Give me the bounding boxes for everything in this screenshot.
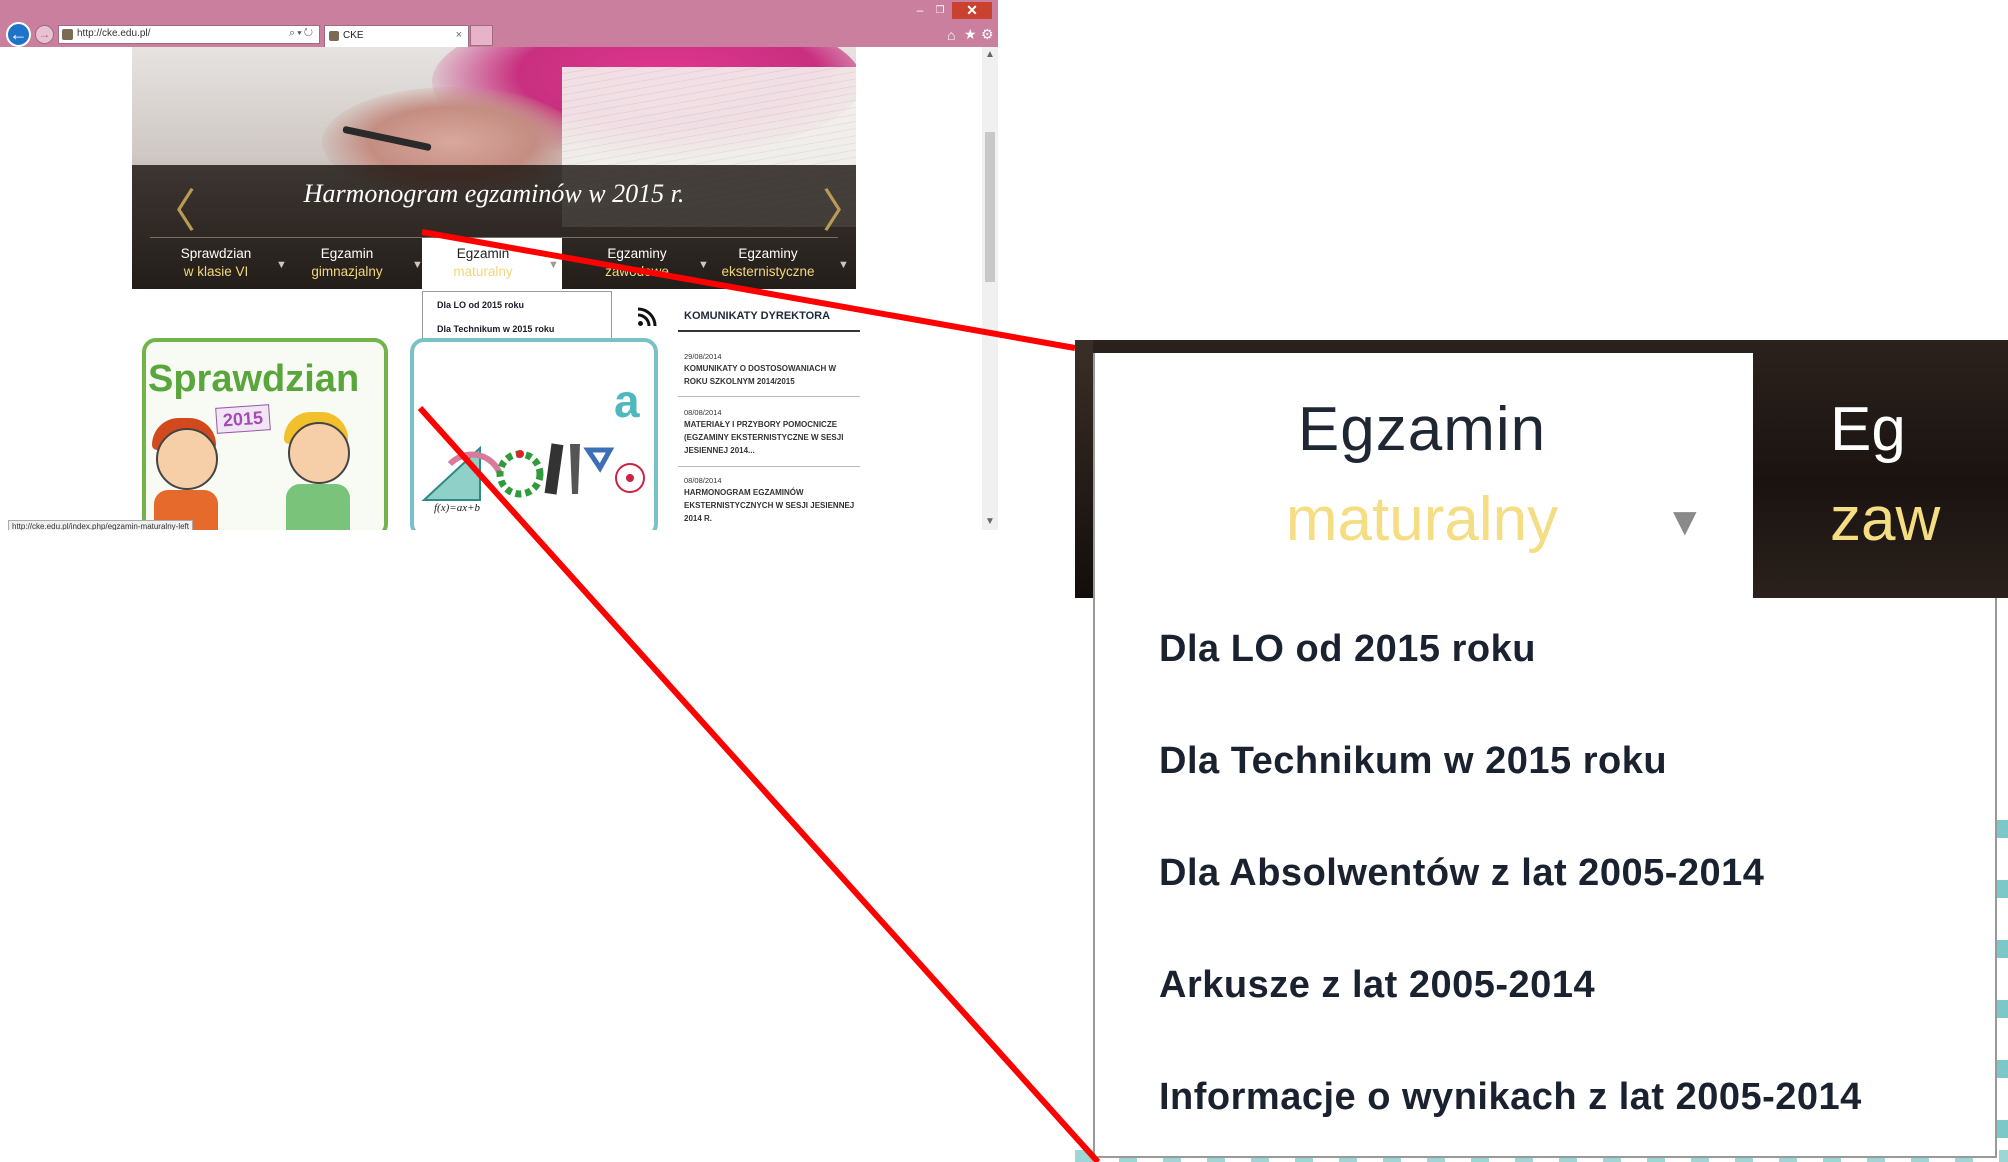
year-sign: 2015 xyxy=(215,404,271,434)
card-letter: a xyxy=(614,375,640,427)
nav-label-1: Sprawdzian xyxy=(180,246,252,261)
menu-item-technikum-2015[interactable]: Dla Technikum w 2015 roku xyxy=(437,324,554,334)
scroll-down-icon[interactable]: ▼ xyxy=(982,516,998,528)
nav-sublabel-1: w klasie VI xyxy=(183,264,249,279)
zoom-next-tab-sublabel[interactable]: zaw xyxy=(1830,484,1940,555)
favorites-star-icon[interactable]: ★ xyxy=(964,26,977,43)
url-text[interactable]: http://cke.edu.pl/ xyxy=(77,28,150,39)
tab-title: CKE xyxy=(343,30,364,41)
restore-icon[interactable]: ❐ xyxy=(932,4,948,18)
zoom-tab-sublabel[interactable]: maturalny xyxy=(1093,484,1751,555)
news-separator xyxy=(678,396,860,397)
address-bar[interactable]: http://cke.edu.pl/ ⌕▾↻ xyxy=(58,25,320,44)
dropdown-arrow-icon: ▼ xyxy=(838,259,849,271)
nav-sublabel-4: zawodowe xyxy=(605,264,669,279)
home-icon[interactable]: ⌂ xyxy=(947,27,955,43)
new-tab-button[interactable] xyxy=(470,25,493,46)
zoom-menu-item-arkusze[interactable]: Arkusze z lat 2005-2014 xyxy=(1159,964,1595,1007)
nav-item-zawodowe[interactable]: Egzaminy zawodowe ▼ xyxy=(572,245,709,289)
forward-button[interactable]: → xyxy=(35,25,54,44)
browser-tab[interactable]: CKE × xyxy=(324,25,469,47)
boy-illustration xyxy=(288,422,350,484)
news-link[interactable]: KOMUNIKATY O DOSTOSOWANIACH W ROKU SZKOL… xyxy=(684,362,860,388)
zoom-menu-item-absolwenci[interactable]: Dla Absolwentów z lat 2005-2014 xyxy=(1159,852,1764,895)
settings-gear-icon[interactable]: ⚙ xyxy=(981,26,994,43)
browser-window: ← → http://cke.edu.pl/ ⌕▾↻ CKE × – ❐ ✕ ⌂… xyxy=(0,0,998,530)
scroll-thumb[interactable] xyxy=(985,132,995,282)
back-button[interactable]: ← xyxy=(6,22,31,47)
zoom-menu-item-technikum-2015[interactable]: Dla Technikum w 2015 roku xyxy=(1159,740,1667,783)
close-window-icon[interactable]: ✕ xyxy=(952,2,992,19)
news-title-rule xyxy=(678,330,860,332)
browser-chrome: ← → http://cke.edu.pl/ ⌕▾↻ CKE × – ❐ ✕ ⌂… xyxy=(0,0,998,47)
nav-sublabel-5: eksternistyczne xyxy=(721,264,815,279)
hero-caption[interactable]: Harmonogram egzaminów w 2015 r. xyxy=(132,179,856,209)
news-date: 08/08/2014 xyxy=(684,408,722,417)
zoom-active-tab xyxy=(1093,353,1753,598)
slider-next-icon[interactable]: 〉 xyxy=(822,175,856,241)
nav-sublabel-2: gimnazjalny xyxy=(311,264,383,279)
news-link[interactable]: HARMONOGRAM EGZAMINÓW EKSTERNISTYCZNYCH … xyxy=(684,486,860,525)
nav-item-gimnazjalny[interactable]: Egzamin gimnazjalny ▼ xyxy=(282,245,423,289)
tab-close-icon[interactable]: × xyxy=(456,29,462,41)
nav-item-eksternistyczne[interactable]: Egzaminy eksternistyczne ▼ xyxy=(700,245,848,289)
news-separator xyxy=(678,466,860,467)
dropdown-arrow-icon: ▼ xyxy=(548,259,559,271)
hero-slider: Harmonogram egzaminów w 2015 r. 〈 〉 Spra… xyxy=(132,47,856,289)
card-title: Sprawdzian xyxy=(148,358,360,400)
news-date: 08/08/2014 xyxy=(684,476,722,485)
rss-icon[interactable] xyxy=(637,307,657,327)
minimize-icon[interactable]: – xyxy=(912,4,928,18)
status-bar-url: http://cke.edu.pl/index.php/egzamin-matu… xyxy=(8,520,193,530)
zoom-tab-label[interactable]: Egzamin xyxy=(1093,394,1751,465)
school-supplies-illustration xyxy=(421,443,645,501)
nav-item-sprawdzian[interactable]: Sprawdzian w klasie VI ▼ xyxy=(152,245,287,289)
matura-card[interactable]: a f(x)=ax+b xyxy=(410,338,658,530)
nav-label-3: Egzamin xyxy=(456,246,510,261)
search-refresh-icons[interactable]: ⌕▾↻ xyxy=(289,27,315,40)
zoom-dropdown-menu: Dla LO od 2015 roku Dla Technikum w 2015… xyxy=(1093,598,1997,1158)
menu-item-lo-2015[interactable]: Dla LO od 2015 roku xyxy=(437,300,524,310)
site-favicon-icon xyxy=(62,29,73,40)
nav-label-5: Egzaminy xyxy=(738,246,798,261)
zoom-callout: Egzamin maturalny ▼ Eg zaw Dla LO od 201… xyxy=(1075,340,2008,1162)
zoom-left-strip xyxy=(1075,340,1093,598)
nav-item-maturalny[interactable]: Egzamin maturalny ▼ xyxy=(422,245,559,289)
boy-body xyxy=(286,484,350,530)
sprawdzian-card[interactable]: Sprawdzian 2015 xyxy=(142,338,388,530)
news-title[interactable]: KOMUNIKATY DYREKTORA xyxy=(684,310,830,322)
news-link[interactable]: MATERIAŁY I PRZYBORY POMOCNICZE (EGZAMIN… xyxy=(684,418,860,457)
zoom-menu-item-lo-2015[interactable]: Dla LO od 2015 roku xyxy=(1159,628,1536,671)
scroll-up-icon[interactable]: ▲ xyxy=(982,49,998,61)
formula-text: f(x)=ax+b xyxy=(434,502,480,514)
vertical-scrollbar[interactable]: ▲ ▼ xyxy=(982,47,998,530)
nav-sublabel-3: maturalny xyxy=(453,264,513,279)
news-panel: KOMUNIKATY DYREKTORA 29/08/2014 KOMUNIKA… xyxy=(678,300,860,530)
nav-label-4: Egzaminy xyxy=(607,246,667,261)
zoom-menu-item-wyniki[interactable]: Informacje o wynikach z lat 2005-2014 xyxy=(1159,1076,1862,1119)
zoom-dropdown-arrow-icon: ▼ xyxy=(1665,500,1705,544)
zoom-next-tab-label[interactable]: Eg xyxy=(1830,394,1906,465)
tab-favicon-icon xyxy=(329,31,339,41)
news-date: 29/08/2014 xyxy=(684,352,722,361)
slider-prev-icon[interactable]: 〈 xyxy=(150,175,196,241)
nav-label-2: Egzamin xyxy=(320,246,374,261)
girl-illustration xyxy=(156,428,218,490)
